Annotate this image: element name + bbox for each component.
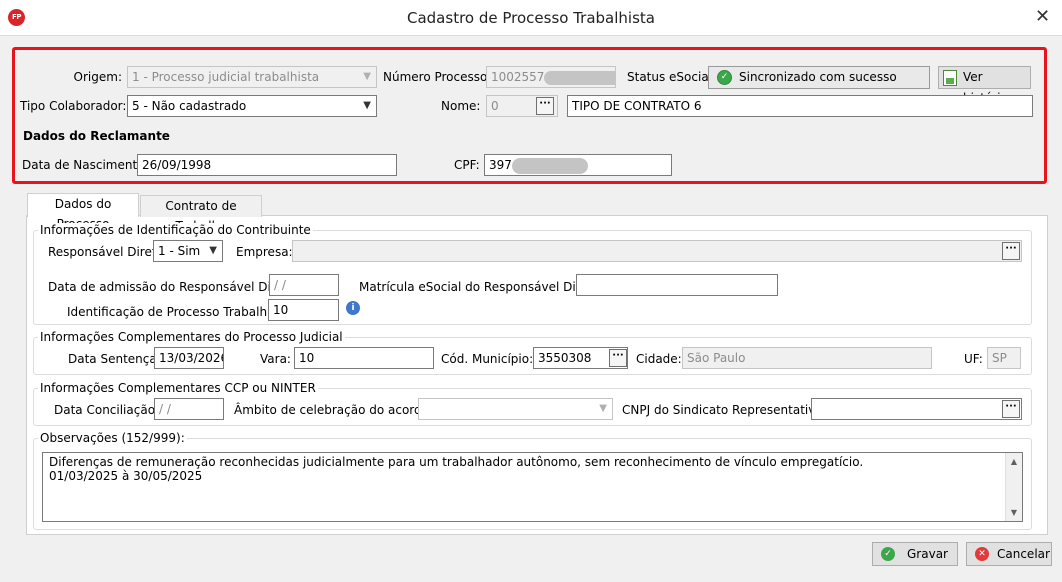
numero-processo-value: 1002557 bbox=[491, 70, 545, 84]
data-nascimento-label: Data de Nascimento: bbox=[22, 158, 149, 172]
tipo-colaborador-label: Tipo Colaborador: bbox=[20, 99, 127, 113]
ambito-select[interactable]: ▼ bbox=[418, 398, 613, 420]
empresa-search-button[interactable]: ··· bbox=[1002, 242, 1020, 260]
complementares-legend: Informações Complementares do Processo J… bbox=[38, 330, 345, 344]
uf-value: SP bbox=[992, 351, 1007, 365]
numero-processo-label: Número Processo: bbox=[383, 70, 492, 84]
redacted-mask bbox=[544, 70, 615, 85]
data-admissao-value: / / bbox=[274, 278, 286, 292]
info-icon[interactable]: i bbox=[346, 301, 360, 315]
nome-code-value: 0 bbox=[491, 99, 499, 113]
cpf-label: CPF: bbox=[454, 158, 480, 172]
cpf-value: 397 bbox=[489, 158, 512, 172]
vara-value: 10 bbox=[299, 351, 315, 365]
data-sentenca-label: Data Sentença: bbox=[68, 352, 161, 366]
cnpj-sindicato-label: CNPJ do Sindicato Representativo: bbox=[622, 403, 827, 417]
matricula-esocial-input[interactable] bbox=[576, 274, 778, 296]
chevron-down-icon: ▼ bbox=[599, 403, 607, 414]
observacoes-line-2: 01/03/2025 à 30/05/2025 bbox=[49, 469, 203, 483]
observacoes-line-1: Diferenças de remuneração reconhecidas j… bbox=[49, 455, 864, 469]
dados-reclamante-heading: Dados do Reclamante bbox=[23, 129, 170, 143]
check-circle-icon: ✓ bbox=[881, 547, 895, 561]
cpf-input[interactable]: 397 bbox=[484, 154, 672, 176]
data-conciliacao-value: / / bbox=[159, 402, 171, 416]
nome-label: Nome: bbox=[441, 99, 481, 113]
vara-input[interactable]: 10 bbox=[294, 347, 434, 369]
cidade-input[interactable]: São Paulo bbox=[682, 347, 932, 369]
tab-dados-processo[interactable]: Dados do Processo bbox=[27, 193, 139, 231]
scrollbar[interactable]: ▲ ▼ bbox=[1005, 453, 1022, 521]
cod-municipio-value: 3550308 bbox=[538, 351, 592, 365]
data-sentenca-value: 13/03/2026 bbox=[159, 351, 224, 365]
ambito-label: Âmbito de celebração do acordo: bbox=[234, 403, 434, 417]
data-nascimento-value: 26/09/1998 bbox=[142, 158, 212, 172]
data-conciliacao-input[interactable]: / / bbox=[154, 398, 224, 420]
empresa-input[interactable] bbox=[292, 240, 1022, 262]
identificacao-legend: Informações de Identificação do Contribu… bbox=[38, 223, 313, 237]
window-title: Cadastro de Processo Trabalhista bbox=[407, 9, 655, 27]
uf-label: UF: bbox=[964, 352, 983, 366]
status-esocial-badge: ✓ Sincronizado com sucesso bbox=[708, 66, 930, 89]
chevron-down-icon: ▼ bbox=[363, 100, 371, 111]
cod-municipio-label: Cód. Município: bbox=[441, 352, 534, 366]
numero-processo-input[interactable]: 1002557 bbox=[486, 66, 616, 88]
scroll-down-icon[interactable]: ▼ bbox=[1006, 504, 1022, 521]
uf-input[interactable]: SP bbox=[987, 347, 1021, 369]
observacoes-legend: Observações (152/999): bbox=[38, 431, 187, 445]
chevron-down-icon: ▼ bbox=[363, 71, 371, 82]
vara-label: Vara: bbox=[260, 352, 291, 366]
status-text: Sincronizado com sucesso bbox=[739, 70, 897, 84]
cnpj-search-button[interactable]: ··· bbox=[1002, 400, 1020, 418]
cancel-circle-icon: ✕ bbox=[975, 547, 989, 561]
nome-search-button[interactable]: ··· bbox=[536, 97, 554, 115]
tipo-colaborador-select[interactable]: 5 - Não cadastrado ▼ bbox=[127, 95, 377, 117]
responsavel-direto-value: 1 - Sim bbox=[158, 244, 201, 258]
cidade-label: Cidade: bbox=[636, 352, 682, 366]
scroll-up-icon[interactable]: ▲ bbox=[1006, 453, 1022, 470]
gravar-label: Gravar bbox=[907, 547, 948, 561]
data-nascimento-input[interactable]: 26/09/1998 bbox=[137, 154, 397, 176]
tipo-colaborador-value: 5 - Não cadastrado bbox=[132, 99, 247, 113]
nome-value: TIPO DE CONTRATO 6 bbox=[572, 99, 702, 113]
origem-select[interactable]: 1 - Processo judicial trabalhista ▼ bbox=[127, 66, 377, 88]
data-admissao-input[interactable]: / / bbox=[269, 274, 339, 296]
origem-label: Origem: bbox=[73, 70, 122, 84]
data-conciliacao-label: Data Conciliação: bbox=[54, 403, 160, 417]
redacted-mask bbox=[511, 157, 588, 174]
municipio-search-button[interactable]: ··· bbox=[609, 349, 627, 367]
cnpj-sindicato-input[interactable] bbox=[811, 398, 1022, 420]
ver-historico-button[interactable]: Ver histórico bbox=[938, 66, 1031, 105]
data-sentenca-input[interactable]: 13/03/2026 bbox=[154, 347, 224, 369]
tab-contrato-trabalho[interactable]: Contrato de Trabalho bbox=[140, 195, 262, 233]
ccp-legend: Informações Complementares CCP ou NINTER bbox=[38, 381, 318, 395]
observacoes-textarea[interactable]: Diferenças de remuneração reconhecidas j… bbox=[42, 452, 1023, 522]
cancelar-label: Cancelar bbox=[997, 547, 1050, 561]
data-admissao-label: Data de admissão do Responsável Direto: bbox=[48, 280, 300, 294]
id-processo-value: 10 bbox=[273, 303, 289, 317]
empresa-label: Empresa: bbox=[236, 245, 293, 259]
title-bar: FP Cadastro de Processo Trabalhista ✕ bbox=[0, 0, 1062, 36]
origem-value: 1 - Processo judicial trabalhista bbox=[132, 70, 320, 84]
matricula-esocial-label: Matrícula eSocial do Responsável Direto bbox=[359, 280, 600, 294]
close-icon[interactable]: ✕ bbox=[1035, 6, 1050, 27]
check-circle-icon: ✓ bbox=[717, 70, 732, 85]
gravar-button[interactable]: ✓ Gravar bbox=[872, 542, 958, 566]
nome-input[interactable]: TIPO DE CONTRATO 6 bbox=[567, 95, 1033, 117]
responsavel-direto-select[interactable]: 1 - Sim ▼ bbox=[153, 240, 223, 262]
status-esocial-label: Status eSocial: bbox=[627, 70, 717, 84]
cidade-value: São Paulo bbox=[687, 351, 746, 365]
chevron-down-icon: ▼ bbox=[209, 245, 217, 256]
id-processo-input[interactable]: 10 bbox=[268, 299, 339, 321]
cancelar-button[interactable]: ✕ Cancelar bbox=[966, 542, 1052, 566]
responsavel-direto-label: Responsável Direto: bbox=[48, 245, 168, 259]
history-document-icon bbox=[943, 70, 957, 86]
id-processo-label: Identificação de Processo Trabalhista: bbox=[67, 305, 293, 319]
